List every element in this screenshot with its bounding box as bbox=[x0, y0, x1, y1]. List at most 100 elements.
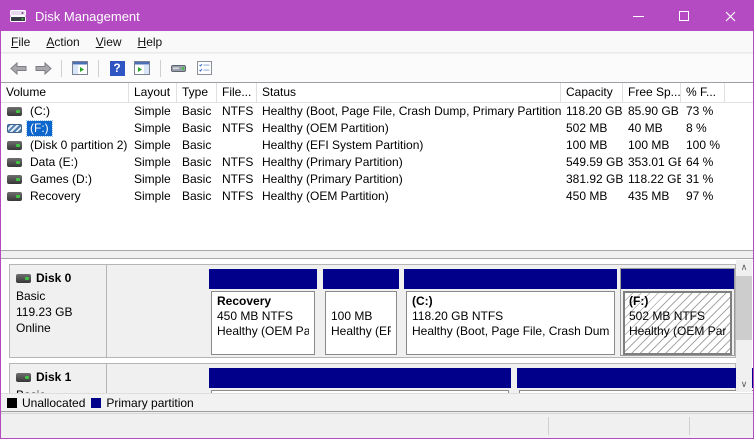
volume-cell: Healthy (OEM Partition) bbox=[257, 188, 561, 205]
title-bar: Disk Management bbox=[1, 1, 753, 31]
partition-status-line: Healthy (OEM Partition) bbox=[629, 324, 726, 339]
scrollbar-thumb[interactable] bbox=[736, 276, 752, 340]
disk-header-panel[interactable]: Disk 1Basic bbox=[10, 364, 107, 393]
toolbar-separator bbox=[61, 60, 62, 77]
disk-row-0: Disk 0Basic119.23 GBOnline Recovery450 MB… bbox=[9, 264, 736, 358]
disk-name-label: Disk 0 bbox=[36, 270, 71, 286]
vertical-scrollbar[interactable]: ∧∨ bbox=[736, 260, 752, 392]
pane-splitter[interactable] bbox=[1, 250, 753, 259]
volume-cell: Games (D:) bbox=[1, 171, 129, 188]
properties-list-button[interactable] bbox=[193, 57, 215, 79]
disk-management-window: Disk Management FileActionViewHelp bbox=[0, 0, 754, 439]
disk-partitions: Recovery450 MB NTFSHealthy (OEM Partitio… bbox=[107, 265, 735, 357]
back-button[interactable] bbox=[7, 57, 29, 79]
scrollbar-up-icon[interactable]: ∧ bbox=[736, 260, 752, 275]
volume-cell: 381.92 GB bbox=[561, 171, 623, 188]
partition-block[interactable]: (C:)118.20 GB NTFSHealthy (Boot, Page Fi… bbox=[404, 269, 617, 355]
volume-cell: Healthy (Boot, Page File, Crash Dump, Pr… bbox=[257, 103, 561, 120]
partition-block[interactable]: Recovery450 MB NTFSHealthy (OEM Partitio… bbox=[209, 269, 317, 355]
partition-block[interactable]: (F:)502 MB NTFSHealthy (OEM Partition) bbox=[621, 269, 734, 355]
volume-row[interactable]: Games (D:)SimpleBasicNTFSHealthy (Primar… bbox=[1, 171, 753, 188]
column-header-status[interactable]: Status bbox=[257, 83, 561, 102]
volume-cell: 549.59 GB bbox=[561, 154, 623, 171]
volume-row[interactable]: (C:)SimpleBasicNTFSHealthy (Boot, Page F… bbox=[1, 103, 753, 120]
volume-cell: Basic bbox=[177, 137, 217, 154]
volume-cell: Simple bbox=[129, 154, 177, 171]
volume-cell: Simple bbox=[129, 137, 177, 154]
partition-color-bar bbox=[517, 368, 753, 388]
column-header-type[interactable]: Type bbox=[177, 83, 217, 102]
volume-cell: NTFS bbox=[217, 188, 257, 205]
scrollbar-down-icon[interactable]: ∨ bbox=[736, 377, 752, 392]
disk-name-label: Disk 1 bbox=[36, 369, 71, 385]
volume-row[interactable]: (F:)SimpleBasicNTFSHealthy (OEM Partitio… bbox=[1, 120, 753, 137]
volume-disk-icon bbox=[7, 141, 22, 150]
partition-status-line: Healthy (EFI System Partition) bbox=[331, 324, 391, 339]
volume-label: Games (D:) bbox=[27, 172, 95, 187]
show-console-tree-button[interactable] bbox=[69, 57, 91, 79]
device-button[interactable] bbox=[168, 57, 190, 79]
maximize-button[interactable] bbox=[661, 1, 707, 31]
partition-block[interactable]: Data (E:) bbox=[517, 368, 753, 393]
partition-color-bar bbox=[404, 269, 617, 289]
column-header-capacity[interactable]: Capacity bbox=[561, 83, 623, 102]
partition-color-bar bbox=[621, 269, 734, 289]
volume-disk-icon bbox=[7, 158, 22, 167]
disk-icon bbox=[16, 373, 31, 382]
maximize-icon bbox=[679, 11, 689, 21]
disk-row-1: Disk 1BasicGames (D:)Data (E:) bbox=[9, 363, 736, 393]
partition-label-area: 100 MBHealthy (EFI System Partition) bbox=[325, 291, 397, 355]
volume-cell: 8 % bbox=[681, 120, 725, 137]
disk-info-line: 119.23 GB bbox=[16, 304, 100, 320]
volume-list-pane: VolumeLayoutTypeFile...StatusCapacityFre… bbox=[1, 82, 753, 250]
partition-block[interactable]: 100 MBHealthy (EFI System Partition) bbox=[323, 269, 399, 355]
volume-row[interactable]: (Disk 0 partition 2)SimpleBasicHealthy (… bbox=[1, 137, 753, 154]
help-button[interactable]: ? bbox=[106, 57, 128, 79]
disk-graph-pane: Disk 0Basic119.23 GBOnline Recovery450 MB… bbox=[1, 259, 753, 393]
column-header-freesp[interactable]: Free Sp... bbox=[623, 83, 681, 102]
volume-row[interactable]: Data (E:)SimpleBasicNTFSHealthy (Primary… bbox=[1, 154, 753, 171]
volume-disk-icon bbox=[7, 175, 22, 184]
legend-label: Unallocated bbox=[22, 396, 85, 410]
volume-list-header: VolumeLayoutTypeFile...StatusCapacityFre… bbox=[1, 83, 753, 103]
column-header-file[interactable]: File... bbox=[217, 83, 257, 102]
toolbar-separator bbox=[98, 60, 99, 77]
volume-cell: 450 MB bbox=[561, 188, 623, 205]
menu-view[interactable]: View bbox=[88, 31, 130, 52]
help-icon: ? bbox=[110, 61, 125, 76]
action-pane-button[interactable] bbox=[131, 57, 153, 79]
disk-name: Disk 1 bbox=[16, 369, 100, 385]
column-header-layout[interactable]: Layout bbox=[129, 83, 177, 102]
minimize-button[interactable] bbox=[615, 1, 661, 31]
volume-cell: NTFS bbox=[217, 171, 257, 188]
volume-cell: (F:) bbox=[1, 120, 129, 137]
menu-file[interactable]: File bbox=[3, 31, 38, 52]
volume-cell: Basic bbox=[177, 120, 217, 137]
menu-help[interactable]: Help bbox=[130, 31, 171, 52]
menu-action[interactable]: Action bbox=[38, 31, 87, 52]
partition-name: (F:) bbox=[629, 294, 726, 309]
volume-list-rows: (C:)SimpleBasicNTFSHealthy (Boot, Page F… bbox=[1, 103, 753, 205]
partition-block[interactable]: Games (D:) bbox=[209, 368, 511, 393]
disk-header-panel[interactable]: Disk 0Basic119.23 GBOnline bbox=[10, 265, 107, 357]
volume-cell: 64 % bbox=[681, 154, 725, 171]
back-arrow-icon bbox=[10, 62, 27, 75]
volume-label: Recovery bbox=[27, 189, 84, 204]
console-tree-icon bbox=[72, 61, 88, 75]
volume-cell: Simple bbox=[129, 103, 177, 120]
column-header-volume[interactable]: Volume bbox=[1, 83, 129, 102]
close-button[interactable] bbox=[707, 1, 753, 31]
volume-row[interactable]: RecoverySimpleBasicNTFSHealthy (OEM Part… bbox=[1, 188, 753, 205]
partition-size-line: 450 MB NTFS bbox=[217, 309, 309, 324]
toolbar-separator bbox=[160, 60, 161, 77]
volume-cell: Recovery bbox=[1, 188, 129, 205]
volume-cell bbox=[217, 137, 257, 154]
close-icon bbox=[725, 11, 736, 22]
volume-cell: Healthy (Primary Partition) bbox=[257, 171, 561, 188]
forward-button[interactable] bbox=[32, 57, 54, 79]
volume-cell: 118.20 GB bbox=[561, 103, 623, 120]
partition-label-area: (C:)118.20 GB NTFSHealthy (Boot, Page Fi… bbox=[406, 291, 615, 355]
column-header-f[interactable]: % F... bbox=[681, 83, 725, 102]
status-bar bbox=[1, 413, 753, 438]
legend-label: Primary partition bbox=[106, 396, 193, 410]
